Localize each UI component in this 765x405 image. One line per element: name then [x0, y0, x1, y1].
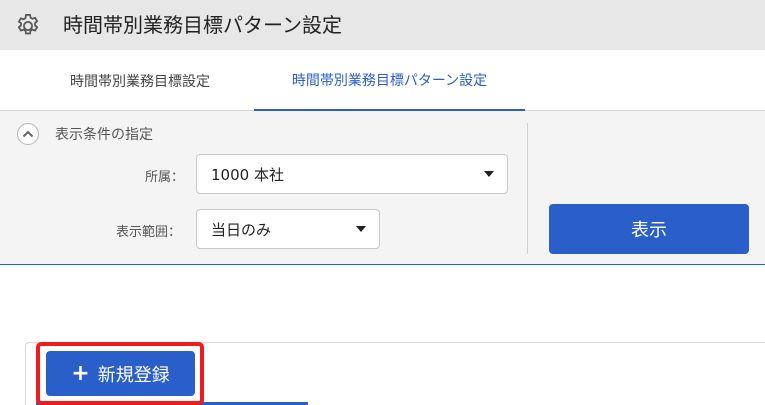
new-registration-label: 新規登録	[97, 364, 170, 386]
tab-target-settings[interactable]: 時間帯別業務目標設定	[40, 50, 240, 111]
collapse-button[interactable]	[17, 123, 39, 145]
caret-down-icon	[356, 226, 366, 232]
range-select[interactable]: 当日のみ	[196, 209, 380, 249]
vertical-divider	[527, 123, 528, 254]
page-header: 時間帯別業務目標パターン設定	[0, 0, 765, 50]
tab-pattern-settings[interactable]: 時間帯別業務目標パターン設定	[254, 50, 525, 111]
affiliation-label: 所属：	[145, 170, 185, 185]
affiliation-select[interactable]: 1000 本社	[196, 154, 508, 194]
new-registration-button[interactable]: + 新規登録	[46, 351, 195, 396]
page-title: 時間帯別業務目標パターン設定	[63, 13, 342, 37]
condition-title: 表示条件の指定	[55, 127, 153, 143]
chevron-up-icon	[22, 130, 34, 138]
gear-icon[interactable]	[14, 12, 42, 40]
range-label: 表示範囲：	[116, 225, 182, 240]
plus-icon: +	[71, 360, 90, 386]
caret-down-icon	[484, 171, 494, 177]
range-value: 当日のみ	[211, 220, 272, 239]
show-button[interactable]: 表示	[549, 204, 749, 254]
affiliation-value: 1000 本社	[211, 165, 284, 184]
tab-bar: 時間帯別業務目標設定 時間帯別業務目標パターン設定	[0, 50, 765, 111]
